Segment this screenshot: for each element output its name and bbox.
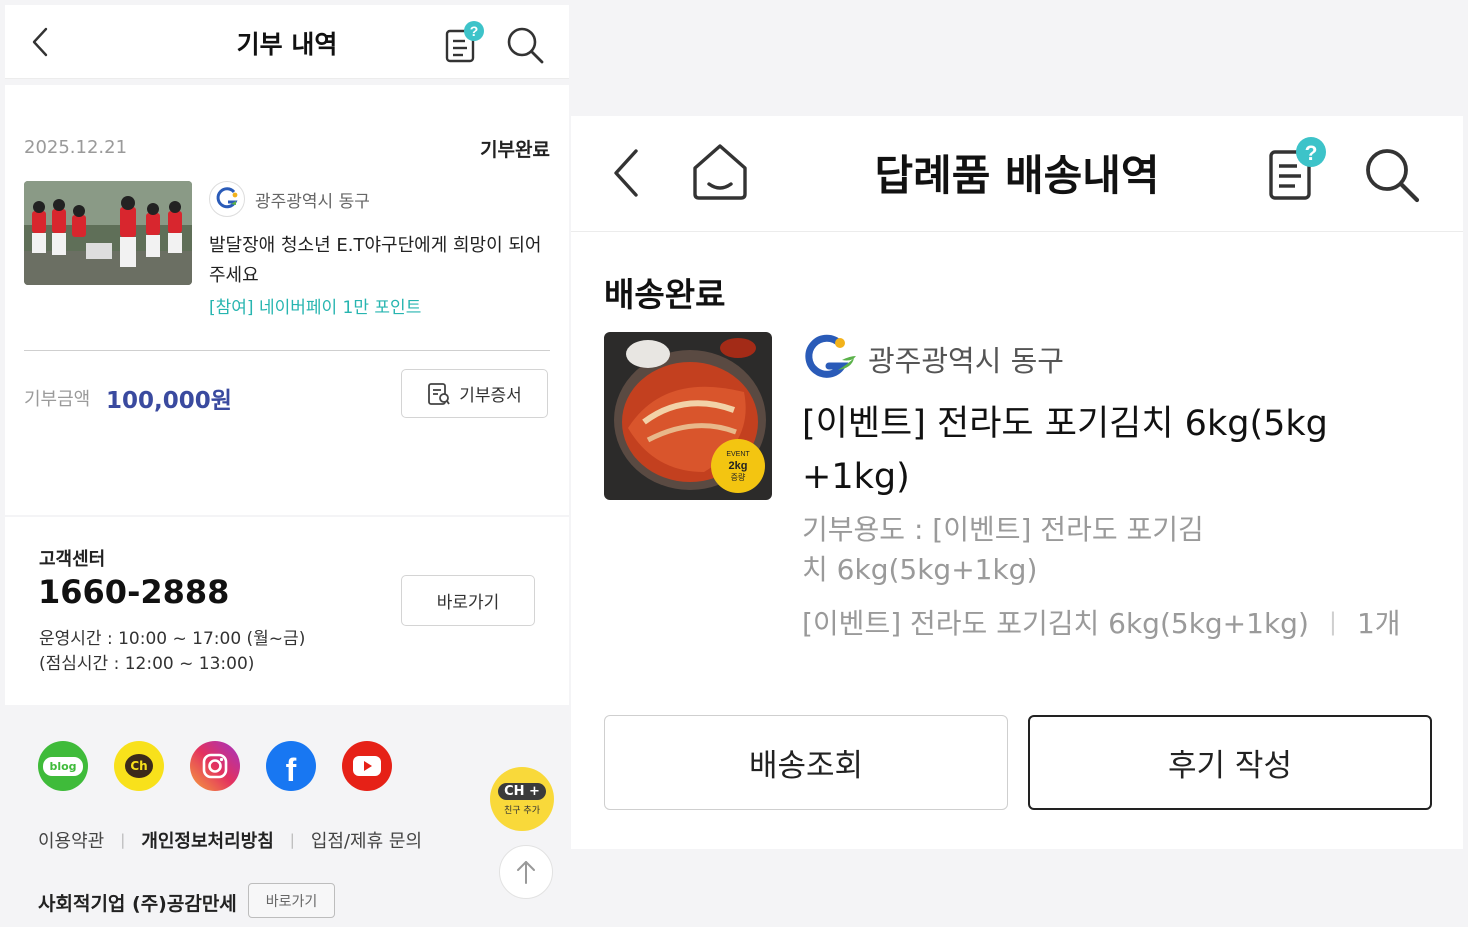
youtube-icon[interactable] [342,741,392,791]
svg-text:?: ? [1305,142,1318,165]
search-icon[interactable] [1363,146,1421,204]
divider [24,350,550,351]
option-quantity: 1개 [1356,607,1401,640]
org-logo-icon [209,181,245,217]
footer-links: 이용약관 | 개인정보처리방침 | 입점/제휴 문의 [38,827,422,853]
write-review-button[interactable]: 후기 작성 [1028,715,1432,810]
certificate-button[interactable]: 기부증서 [401,369,548,418]
option-separator: | [1328,608,1337,636]
org-name: 광주광역시 동구 [868,344,1064,378]
org-name: 광주광역시 동구 [255,192,370,212]
customer-center: 고객센터 1660-2888 운영시간 : 10:00 ~ 17:00 (월~금… [5,517,569,705]
thumb-badge-event: EVENT [726,451,750,458]
amount-label: 기부금액 [24,389,91,410]
option-name: [이벤트] 전라도 포기김치 6kg(5kg+1kg) [802,607,1309,640]
certificate-label: 기부증서 [459,386,522,406]
scroll-top-button[interactable] [499,845,553,899]
customer-center-label: 고객센터 [39,549,106,570]
svg-text:?: ? [470,23,479,39]
kakao-channel-add-badge[interactable]: CH + 친구 추가 [490,767,554,831]
company-go-button[interactable]: 바로가기 [248,883,335,918]
product-thumbnail[interactable]: EVENT 2kg 증량 [604,332,772,500]
link-separator: | [289,831,295,849]
link-separator: | [120,831,126,849]
operating-hours: 운영시간 : 10:00 ~ 17:00 (월~금) [39,629,306,649]
thumb-badge-weight: 2kg [729,460,748,472]
donation-guide-icon[interactable]: ? [1265,134,1329,204]
kakao-channel-icon[interactable]: Ch [114,741,164,791]
header: 답례품 배송내역 ? [571,116,1463,232]
blog-icon[interactable]: blog [38,741,88,791]
facebook-icon[interactable]: f [266,741,316,791]
donation-guide-icon[interactable]: ? [443,19,487,67]
customer-center-phone: 1660-2888 [38,573,230,611]
campaign-thumbnail[interactable] [24,181,192,285]
partnership-link[interactable]: 입점/제휴 문의 [311,827,422,853]
certificate-icon [428,382,450,405]
instagram-icon[interactable] [190,741,240,791]
customer-center-go-button[interactable]: 바로가기 [401,575,535,626]
product-name[interactable]: [이벤트] 전라도 포기김치 6kg(5kg+1kg) [802,398,1332,504]
donation-status: 기부완료 [480,139,550,161]
company-name: 사회적기업 (주)공감만세 [38,893,237,915]
delivery-status: 배송완료 [604,275,726,314]
donation-usage: 기부용도 : [이벤트] 전라도 포기김치 6kg(5kg+1kg) [802,513,1204,586]
donation-history-panel: 기부 내역 ? 2025.12.21 기부완료 광주광역시 동구 발달장애 청소… [5,5,569,927]
footer: blog Ch f CH + 친구 추가 이용약관 | 개인정보처리방침 | 입… [5,705,569,927]
campaign-title[interactable]: 발달장애 청소년 E.T야구단에게 희망이 되어주세요 [209,231,545,291]
donation-date: 2025.12.21 [24,137,128,158]
arrow-up-icon [517,861,535,884]
lunch-hours: (점심시간 : 12:00 ~ 13:00) [39,654,255,674]
track-delivery-button[interactable]: 배송조회 [604,715,1008,810]
order-option: [이벤트] 전라도 포기김치 6kg(5kg+1kg) | 1개 [802,602,1401,642]
promo-text: [참여] 네이버페이 1만 포인트 [209,298,422,318]
header: 기부 내역 ? [5,5,569,79]
customer-center-hours: 운영시간 : 10:00 ~ 17:00 (월~금) (점심시간 : 12:00… [39,627,305,677]
donation-record-card[interactable]: 2025.12.21 기부완료 광주광역시 동구 발달장애 청소년 E.T야구단… [5,85,569,515]
gift-delivery-panel: 답례품 배송내역 ? 배송완료 EVENT 2kg 증량 광주광역시 동구 [이… [571,116,1463,849]
privacy-link[interactable]: 개인정보처리방침 [141,827,273,853]
channel-badge-label: CH + [498,782,546,800]
thumb-badge-increase: 증량 [731,472,746,482]
search-icon[interactable] [505,25,545,65]
channel-badge-sublabel: 친구 추가 [504,805,540,816]
page-title: 답례품 배송내역 [874,151,1160,200]
donation-amount: 100,000원 [106,388,232,414]
org-logo-icon [805,334,856,378]
terms-link[interactable]: 이용약관 [38,827,104,853]
